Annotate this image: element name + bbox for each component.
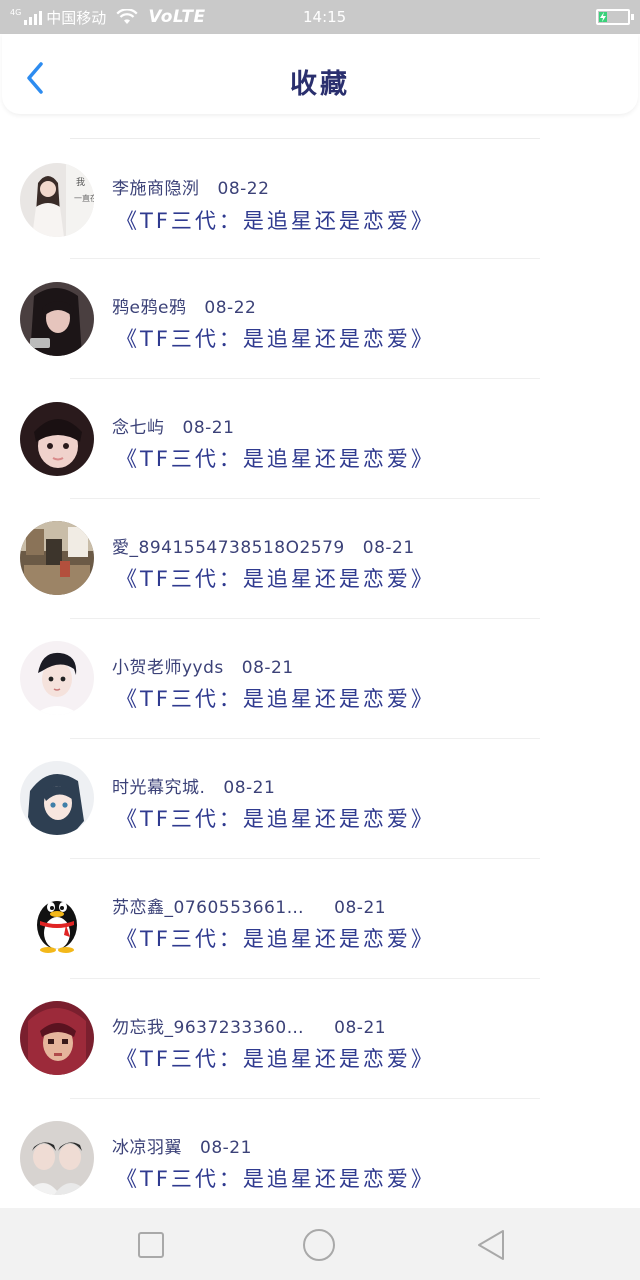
favorite-title: 《TF三代：是追星还是恋爱》	[116, 327, 435, 351]
sender-line: 苏恋鑫_0760553661… 08-21	[112, 893, 386, 918]
sender-name: 鸦e鸦e鸦	[112, 298, 187, 318]
favorite-title: 《TF三代：是追星还是恋爱》	[116, 447, 435, 471]
favorite-item[interactable]: 苏恋鑫_0760553661… 08-21 《TF三代：是追星还是恋爱》	[0, 859, 640, 979]
favorite-item[interactable]: 时光幕究城. 08-21 《TF三代：是追星还是恋爱》	[0, 739, 640, 859]
wifi-icon	[116, 9, 138, 24]
sender-line: 念七屿 08-21	[112, 413, 234, 438]
home-button[interactable]	[302, 1228, 336, 1262]
favorite-title: 《TF三代：是追星还是恋爱》	[116, 567, 435, 591]
square-icon	[138, 1232, 164, 1258]
triangle-back-icon	[478, 1230, 504, 1260]
avatar[interactable]: 我 一直在	[20, 163, 94, 237]
signal-icon: 4G	[10, 8, 43, 25]
favorite-date: 08-21	[334, 898, 387, 918]
favorite-title: 《TF三代：是追星还是恋爱》	[116, 1047, 435, 1071]
sender-line: 勿忘我_9637233360… 08-21	[112, 1013, 386, 1038]
sender-line: 愛_8941554738518O2579 08-21	[112, 533, 415, 558]
favorite-date: 08-22	[217, 179, 270, 199]
recent-apps-button[interactable]	[134, 1228, 168, 1262]
favorite-date: 08-21	[182, 418, 235, 438]
favorite-item[interactable]: 鸦e鸦e鸦 08-22 《TF三代：是追星还是恋爱》	[0, 259, 640, 379]
favorite-date: 08-22	[204, 298, 257, 318]
favorite-item[interactable]: 愛_8941554738518O2579 08-21 《TF三代：是追星还是恋爱》	[0, 499, 640, 619]
favorite-title: 《TF三代：是追星还是恋爱》	[116, 1167, 435, 1191]
avatar[interactable]	[20, 1001, 94, 1075]
sender-name: 小贺老师yyds	[112, 658, 224, 678]
svg-text:我: 我	[76, 177, 85, 188]
favorite-title: 《TF三代：是追星还是恋爱》	[116, 807, 435, 831]
svg-text:一直在: 一直在	[74, 193, 94, 203]
avatar[interactable]	[20, 521, 94, 595]
nav-header: 收藏	[2, 34, 638, 114]
sender-name: 勿忘我_9637233360…	[112, 1018, 305, 1038]
carrier-name: 中国移动	[46, 8, 107, 27]
network-type: 4G	[10, 8, 22, 17]
favorite-item[interactable]: 我 一直在 李施商隐洌 08-22 《TF三代：是追星还是恋爱》	[0, 139, 640, 259]
sender-line: 小贺老师yyds 08-21	[112, 653, 294, 678]
volte-label: VoLTE	[148, 7, 206, 27]
sender-name: 愛_8941554738518O2579	[112, 538, 345, 558]
sender-name: 李施商隐洌	[112, 179, 200, 199]
favorite-date: 08-21	[334, 1018, 387, 1038]
system-nav-bar	[0, 1208, 640, 1280]
avatar[interactable]	[20, 881, 94, 955]
avatar[interactable]	[20, 402, 94, 476]
page-title: 收藏	[290, 69, 350, 100]
sender-name: 时光幕究城.	[112, 778, 206, 798]
sender-line: 鸦e鸦e鸦 08-22	[112, 293, 256, 318]
favorite-date: 08-21	[200, 1138, 252, 1158]
battery-icon	[596, 9, 634, 25]
system-back-button[interactable]	[474, 1228, 508, 1262]
sender-line: 李施商隐洌 08-22	[112, 174, 269, 199]
favorite-title: 《TF三代：是追星还是恋爱》	[116, 927, 435, 951]
favorite-item[interactable]: 小贺老师yyds 08-21 《TF三代：是追星还是恋爱》	[0, 619, 640, 739]
avatar[interactable]	[20, 641, 94, 715]
status-time: 14:15	[303, 8, 347, 26]
favorite-date: 08-21	[241, 658, 294, 678]
avatar[interactable]	[20, 761, 94, 835]
avatar[interactable]	[20, 1121, 94, 1195]
sender-name: 苏恋鑫_0760553661…	[112, 898, 305, 918]
sender-line: 冰凉羽翼 08-21	[112, 1133, 252, 1158]
sender-name: 冰凉羽翼	[112, 1138, 182, 1158]
sender-name: 念七屿	[112, 418, 165, 438]
favorite-item[interactable]: 念七屿 08-21 《TF三代：是追星还是恋爱》	[0, 379, 640, 499]
favorite-date: 08-21	[223, 778, 276, 798]
qq-penguin-icon	[20, 881, 94, 955]
favorite-title: 《TF三代：是追星还是恋爱》	[116, 209, 435, 233]
sender-line: 时光幕究城. 08-21	[112, 773, 275, 798]
status-bar: 4G 中国移动 VoLTE 14:15	[0, 0, 640, 34]
favorite-item[interactable]: 勿忘我_9637233360… 08-21 《TF三代：是追星还是恋爱》	[0, 979, 640, 1099]
favorite-item[interactable]: 冰凉羽翼 08-21 《TF三代：是追星还是恋爱》	[0, 1099, 640, 1219]
circle-icon	[303, 1229, 335, 1261]
avatar[interactable]	[20, 282, 94, 356]
favorite-date: 08-21	[362, 538, 415, 558]
favorite-title: 《TF三代：是追星还是恋爱》	[116, 687, 435, 711]
